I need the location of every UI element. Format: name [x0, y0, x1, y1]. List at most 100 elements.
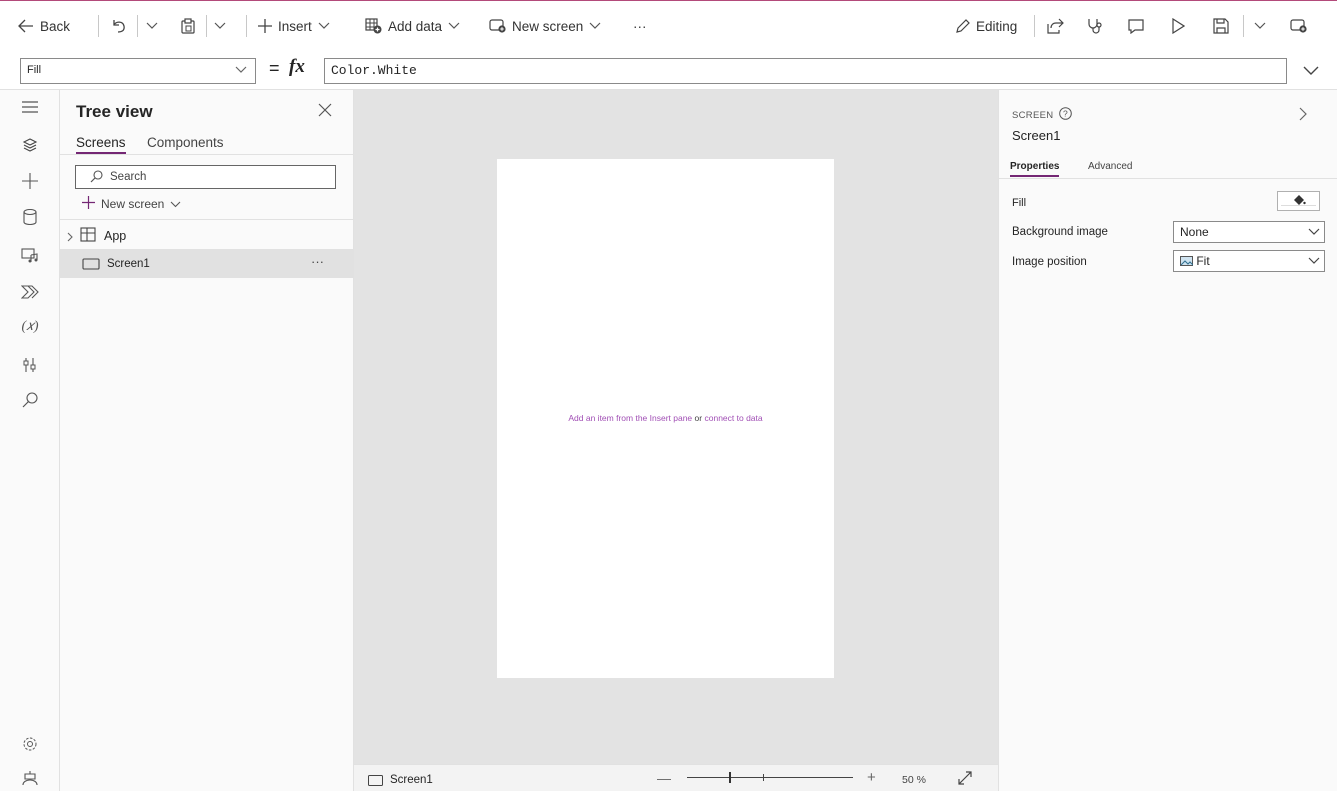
insert-label: Insert — [278, 18, 312, 34]
separator — [137, 15, 138, 37]
screen-canvas[interactable]: Add an item from the Insert pane or conn… — [497, 159, 834, 678]
hint-text: Add an item from the Insert pane — [568, 413, 693, 423]
tree-view-icon[interactable] — [20, 135, 40, 155]
media-icon[interactable] — [20, 245, 40, 265]
background-image-dropdown[interactable]: None — [1173, 221, 1325, 243]
chevron-down-icon — [1254, 22, 1266, 30]
more-options-button[interactable]: ··· — [311, 254, 324, 269]
new-screen-icon — [489, 19, 506, 33]
empty-screen-hint: Add an item from the Insert pane or conn… — [497, 413, 834, 423]
svg-text:?: ? — [1063, 109, 1068, 119]
virtual-agent-icon[interactable] — [20, 768, 40, 788]
chevron-down-icon — [214, 22, 226, 30]
search-icon[interactable] — [20, 390, 40, 410]
insert-button[interactable]: Insert — [258, 15, 330, 37]
fill-color-picker[interactable] — [1277, 191, 1320, 211]
close-button[interactable] — [318, 103, 332, 120]
zoom-unit: % — [916, 774, 926, 786]
play-icon — [1171, 18, 1185, 34]
divider — [60, 219, 354, 220]
chevron-down-icon — [448, 22, 460, 30]
back-label: Back — [40, 18, 71, 34]
chevron-right-icon[interactable] — [67, 230, 73, 245]
fit-to-window-button[interactable] — [958, 771, 972, 788]
expand-arrows-icon — [958, 771, 972, 788]
tab-advanced[interactable]: Advanced — [1088, 161, 1132, 172]
tab-components[interactable]: Components — [147, 135, 224, 150]
screen-icon — [82, 258, 100, 273]
search-icon — [90, 170, 103, 186]
tree-item-label: Screen1 — [107, 258, 150, 270]
separator — [206, 15, 207, 37]
formula-bar: Fill = fx Color.White — [0, 50, 1337, 90]
chevron-down-icon — [589, 22, 601, 30]
data-icon[interactable] — [20, 207, 40, 227]
status-bar: Screen1 — + 50 % — [354, 764, 998, 791]
tree-item-label: App — [104, 229, 127, 243]
app-checker-button[interactable] — [1087, 15, 1103, 37]
zoom-slider-thumb[interactable] — [729, 772, 731, 783]
zoom-out-button[interactable]: — — [657, 770, 671, 786]
editing-label: Editing — [976, 18, 1018, 34]
formula-input[interactable]: Color.White — [324, 58, 1287, 84]
paste-dropdown[interactable] — [214, 15, 226, 37]
separator — [98, 15, 99, 37]
insert-icon[interactable] — [20, 171, 40, 191]
tab-properties[interactable]: Properties — [1010, 161, 1060, 177]
back-button[interactable]: Back — [18, 15, 70, 37]
property-dropdown[interactable]: Fill — [20, 58, 256, 84]
new-screen-link[interactable]: New screen — [82, 196, 181, 212]
separator — [246, 15, 247, 37]
zoom-slider[interactable] — [687, 772, 853, 783]
new-screen-button[interactable]: New screen — [489, 15, 601, 37]
paste-button[interactable] — [180, 15, 196, 37]
hamburger-menu-icon[interactable] — [20, 97, 40, 117]
advanced-tools-icon[interactable] — [20, 355, 40, 375]
tree-item-screen1[interactable]: Screen1 ··· — [60, 249, 354, 278]
publish-icon — [1290, 19, 1307, 33]
share-button[interactable] — [1047, 15, 1064, 37]
section-label: SCREEN — [1012, 109, 1054, 121]
image-position-value: Fit — [1196, 254, 1210, 268]
publish-button[interactable] — [1290, 15, 1307, 37]
preview-button[interactable] — [1171, 15, 1185, 37]
new-screen-label: New screen — [101, 197, 165, 211]
zoom-in-button[interactable]: + — [867, 769, 876, 786]
variables-icon[interactable]: (𝑥) — [18, 317, 42, 337]
separator — [1243, 15, 1244, 37]
more-label: ··· — [633, 18, 647, 34]
collapse-panel-button[interactable] — [1299, 107, 1307, 124]
save-icon — [1213, 18, 1229, 34]
divider — [60, 154, 354, 155]
chevron-down-icon — [146, 22, 158, 30]
tree-item-app[interactable]: App — [60, 222, 354, 248]
save-dropdown[interactable] — [1254, 15, 1266, 37]
formula-text: Color.White — [331, 63, 417, 78]
chevron-down-icon — [170, 197, 181, 211]
power-automate-icon[interactable] — [20, 282, 40, 302]
add-data-button[interactable]: Add data — [365, 15, 460, 37]
save-button[interactable] — [1213, 15, 1229, 37]
undo-dropdown[interactable] — [146, 15, 158, 37]
undo-button[interactable] — [110, 15, 126, 37]
search-input[interactable]: Search — [75, 165, 336, 189]
more-button[interactable]: ··· — [633, 15, 647, 37]
chevron-down-icon — [1308, 225, 1320, 239]
section-header: SCREEN ? — [1012, 107, 1073, 123]
zoom-level: 50 % — [902, 774, 926, 786]
expand-formula-button[interactable] — [1303, 64, 1319, 79]
connect-to-data-link[interactable]: connect to data — [704, 413, 762, 423]
share-icon — [1047, 18, 1064, 34]
stethoscope-icon — [1087, 18, 1103, 34]
property-value: Fill — [27, 64, 42, 76]
comments-button[interactable] — [1128, 15, 1144, 37]
image-position-dropdown[interactable]: Fit — [1173, 250, 1325, 272]
tab-screens[interactable]: Screens — [76, 135, 126, 154]
help-icon[interactable]: ? — [1059, 107, 1073, 123]
settings-gear-icon[interactable] — [20, 734, 40, 754]
editing-button[interactable]: Editing — [955, 15, 1017, 37]
separator — [1034, 15, 1035, 37]
undo-icon — [110, 18, 126, 34]
tree-view-panel: Tree view Screens Components Search New … — [60, 90, 354, 791]
current-screen-name[interactable]: Screen1 — [390, 774, 433, 786]
